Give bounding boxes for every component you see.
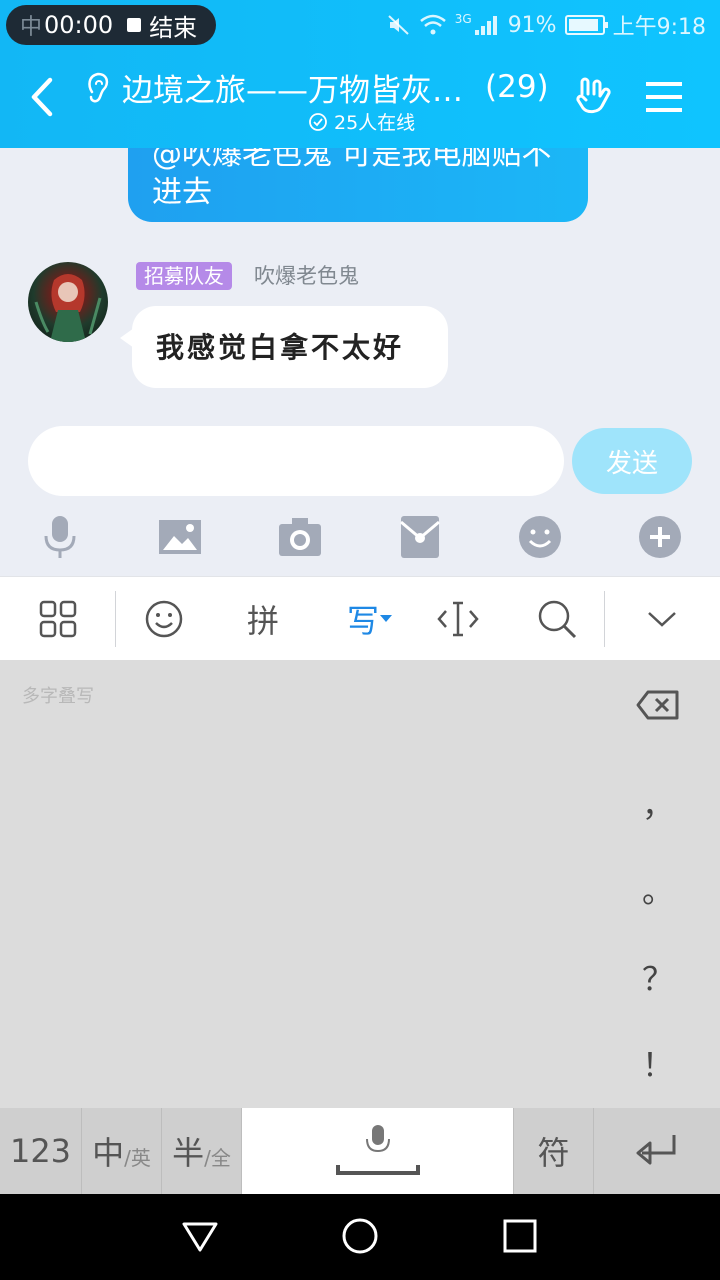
mic-icon[interactable] (38, 514, 82, 560)
member-count: (29) (485, 69, 549, 105)
status-bar: 中 00:00 结束 3G 91% 上午9:18 (0, 0, 720, 50)
space-key[interactable] (242, 1108, 514, 1194)
battery-percent: 91% (507, 12, 557, 38)
ime-indicator: 中 (20, 15, 43, 40)
online-check-icon (309, 112, 327, 131)
battery-icon (564, 15, 608, 35)
comma-key[interactable]: ， (634, 780, 682, 826)
period-key[interactable]: 。 (634, 866, 682, 912)
lang-switch-key[interactable]: 中/英 (82, 1108, 162, 1194)
ear-icon[interactable] (84, 70, 112, 104)
number-key[interactable]: 123 (0, 1108, 82, 1194)
back-triangle-icon[interactable] (180, 1216, 220, 1256)
message-list[interactable]: @吹爆老色鬼 可是我电脑贴不进去 招募队友 吹爆老色鬼 我感觉白拿不太好 (0, 148, 720, 410)
lang-main-label: 中 (92, 1134, 125, 1172)
image-icon[interactable] (158, 514, 202, 560)
handwriting-pad[interactable]: 多字叠写 ， 。 ？ ！ (0, 660, 720, 1108)
camera-icon[interactable] (278, 514, 322, 560)
sender-name[interactable]: 吹爆老色鬼 (254, 262, 359, 290)
battery-fill (568, 19, 598, 31)
received-message-bubble[interactable]: 我感觉白拿不太好 (120, 306, 448, 388)
kb-emoji-icon[interactable] (144, 595, 184, 643)
width-switch-key[interactable]: 半/全 (162, 1108, 242, 1194)
system-nav-bar (0, 1194, 720, 1280)
online-count: 25人在线 (334, 112, 416, 134)
red-packet-icon[interactable] (398, 514, 442, 560)
input-bar: 发送 (0, 410, 720, 576)
emoji-icon[interactable] (518, 514, 562, 560)
my-message-bubble[interactable]: @吹爆老色鬼 可是我电脑贴不进去 (128, 148, 588, 222)
handwrite-mode-button[interactable]: 写 (340, 595, 400, 643)
chat-header: 中 00:00 结束 3G 91% 上午9:18 边境之旅——万物皆灰… (29… (0, 0, 720, 148)
search-icon[interactable] (536, 595, 578, 643)
recording-end-label[interactable]: 结束 (149, 8, 197, 43)
number-key-label: 123 (9, 1132, 72, 1170)
avatar-image (34, 274, 102, 342)
chat-title-row[interactable]: 边境之旅——万物皆灰… (29) (84, 62, 564, 112)
collapse-keyboard-icon[interactable] (646, 595, 678, 643)
dropdown-caret-icon (380, 615, 392, 622)
width-sub-label: /全 (204, 1145, 231, 1170)
handwrite-label: 写 (346, 602, 379, 640)
status-icons: 3G 91% 上午9:18 (387, 8, 706, 42)
backspace-icon[interactable] (636, 690, 680, 720)
cursor-move-icon[interactable] (436, 595, 480, 643)
stop-icon (127, 18, 142, 32)
keyboard-toolbar: 拼 写 (0, 576, 720, 660)
enter-icon (636, 1135, 676, 1165)
hand-gesture-icon[interactable] (572, 74, 614, 116)
send-button[interactable]: 发送 (572, 428, 692, 494)
symbol-key-label: 符 (537, 1134, 570, 1172)
back-icon[interactable] (22, 72, 66, 122)
mute-icon (388, 15, 409, 35)
home-circle-icon[interactable] (340, 1216, 380, 1256)
recording-time: 00:00 (44, 11, 114, 39)
lang-sub-label: /英 (124, 1145, 151, 1170)
online-status: 25人在线 (308, 108, 415, 135)
member-badge: 招募队友 (136, 262, 232, 290)
network-type-label: 3G (454, 12, 472, 26)
voice-space-icon (335, 1125, 420, 1175)
input-toolbar (0, 514, 720, 564)
enter-key[interactable] (594, 1108, 720, 1194)
toolbar-divider (604, 591, 605, 647)
wifi-icon (419, 14, 446, 35)
exclaim-key[interactable]: ！ (634, 1040, 682, 1086)
signal-icon (474, 16, 497, 35)
page-title: 边境之旅——万物皆灰… (122, 72, 463, 109)
message-input[interactable] (28, 426, 564, 496)
symbol-key[interactable]: 符 (514, 1108, 594, 1194)
toolbar-divider (115, 591, 116, 647)
keyboard-bottom-row: 123 中/英 半/全 符 (0, 1108, 720, 1194)
question-key[interactable]: ？ (634, 954, 682, 1000)
clock: 上午9:18 (612, 15, 706, 40)
menu-icon[interactable] (644, 80, 684, 114)
handwriting-hint: 多字叠写 (22, 686, 94, 707)
plus-icon[interactable] (638, 514, 682, 560)
avatar[interactable] (28, 262, 108, 342)
screen-recording-pill[interactable]: 中 00:00 结束 (6, 5, 216, 45)
grid-menu-icon[interactable] (38, 595, 78, 643)
recents-square-icon[interactable] (500, 1216, 540, 1256)
pinyin-mode-button[interactable]: 拼 (240, 595, 286, 643)
width-main-label: 半 (172, 1134, 205, 1172)
